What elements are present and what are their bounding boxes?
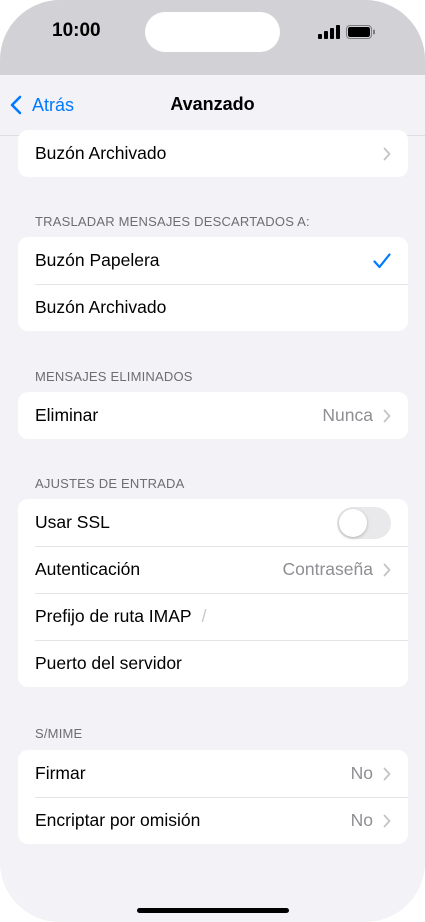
- authentication-label: Autenticación: [35, 559, 141, 579]
- smime-group: Firmar No Encriptar por omisión No: [18, 750, 408, 844]
- imap-prefix-row[interactable]: Prefijo de ruta IMAP /: [18, 593, 408, 640]
- sign-value: No: [350, 763, 373, 783]
- section-header-deleted-messages: MENSAJES ELIMINADOS: [35, 369, 193, 384]
- use-ssl-toggle[interactable]: [337, 506, 391, 539]
- move-discarded-group: Buzón Papelera Buzón Archivado: [18, 237, 408, 331]
- status-bar: 10:00: [0, 0, 425, 75]
- server-port-row[interactable]: Puerto del servidor: [18, 640, 408, 687]
- cellular-signal-icon: [318, 25, 340, 39]
- delete-value: Nunca: [322, 405, 373, 425]
- section-header-incoming: AJUSTES DE ENTRADA: [35, 476, 185, 491]
- archive-mailbox-option[interactable]: Buzón Archivado: [18, 284, 408, 331]
- battery-icon: [346, 25, 375, 39]
- archive-mailbox-label: Buzón Archivado: [35, 143, 167, 163]
- delete-label: Eliminar: [35, 405, 99, 425]
- server-port-label: Puerto del servidor: [35, 653, 182, 673]
- deleted-messages-group: Eliminar Nunca: [18, 392, 408, 439]
- option-label: Buzón Papelera: [35, 250, 160, 270]
- imap-prefix-input[interactable]: /: [202, 606, 207, 627]
- checkmark-icon: [373, 252, 391, 268]
- toggle-knob: [339, 508, 367, 537]
- page-title: Avanzado: [170, 94, 255, 114]
- encrypt-default-label: Encriptar por omisión: [35, 810, 201, 830]
- section-header-smime: S/MIME: [35, 726, 83, 741]
- phone-screen: 10:00 Atrás Avanzado Buzón Archivado TRA…: [0, 0, 425, 922]
- chevron-right-icon: [383, 147, 391, 160]
- option-label: Buzón Archivado: [35, 297, 167, 317]
- authentication-row[interactable]: Autenticación Contraseña: [18, 546, 408, 593]
- dynamic-island: [145, 12, 280, 52]
- sign-label: Firmar: [35, 763, 86, 783]
- trash-mailbox-option[interactable]: Buzón Papelera: [18, 237, 408, 284]
- archive-mailbox-row[interactable]: Buzón Archivado: [18, 130, 408, 177]
- settings-sheet: Atrás Avanzado Buzón Archivado TRASLADAR…: [0, 75, 425, 922]
- encrypt-default-value: No: [350, 810, 373, 830]
- encrypt-default-row[interactable]: Encriptar por omisión No: [18, 797, 408, 844]
- sign-row[interactable]: Firmar No: [18, 750, 408, 797]
- section-header-move-discarded: TRASLADAR MENSAJES DESCARTADOS A:: [35, 214, 310, 229]
- authentication-value: Contraseña: [282, 559, 373, 579]
- chevron-right-icon: [383, 409, 391, 422]
- use-ssl-label: Usar SSL: [35, 512, 110, 532]
- archive-mailbox-group: Buzón Archivado: [18, 130, 408, 177]
- imap-prefix-label: Prefijo de ruta IMAP: [35, 606, 192, 626]
- chevron-right-icon: [383, 563, 391, 576]
- chevron-right-icon: [383, 814, 391, 827]
- status-time: 10:00: [52, 20, 101, 41]
- use-ssl-row: Usar SSL: [18, 499, 408, 546]
- navigation-bar: Atrás Avanzado: [0, 75, 425, 136]
- home-indicator[interactable]: [137, 908, 289, 913]
- incoming-settings-group: Usar SSL Autenticación Contraseña Prefij…: [18, 499, 408, 687]
- delete-row[interactable]: Eliminar Nunca: [18, 392, 408, 439]
- chevron-right-icon: [383, 767, 391, 780]
